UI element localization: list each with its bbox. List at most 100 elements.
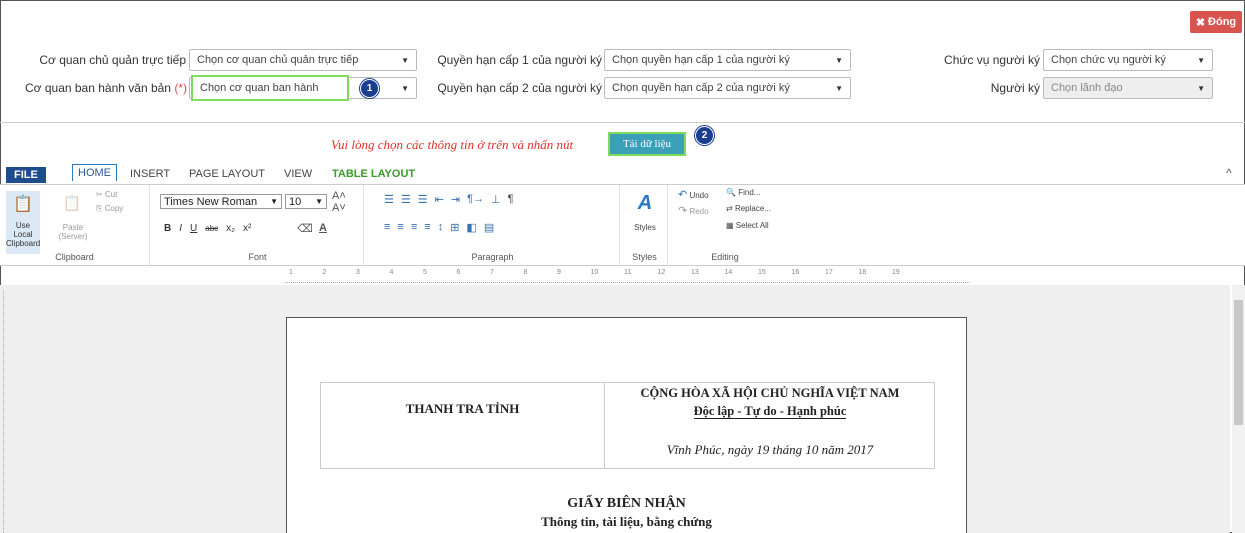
align-right-icon[interactable]: ≡ <box>411 221 417 233</box>
find-button[interactable]: 🔍 Find... <box>726 188 760 197</box>
strikethrough-icon[interactable]: abc <box>205 224 218 233</box>
signer-value: Chọn lãnh đạo <box>1051 82 1123 94</box>
tab-view[interactable]: VIEW <box>279 166 317 182</box>
issuer-select-highlight[interactable]: Chọn cơ quan ban hành <box>191 75 349 101</box>
ruler-mark: 17 <box>825 269 833 276</box>
styles-icon[interactable]: A <box>634 191 656 215</box>
subscript-icon[interactable]: x₂ <box>226 223 235 234</box>
redo-button[interactable]: ↷ Redo <box>678 204 709 217</box>
ltr-icon[interactable]: ¶→ <box>467 193 484 205</box>
ribbon-tabs: FILE HOME INSERT PAGE LAYOUT VIEW TABLE … <box>0 164 1245 185</box>
position-value: Chọn chức vụ người ký <box>1051 54 1166 66</box>
bold-icon[interactable]: B <box>164 223 171 234</box>
redo-icon: ↷ <box>678 205 688 217</box>
ruler-mark: 14 <box>724 269 733 276</box>
grow-shrink-font-icon[interactable]: A˄ A˅ <box>332 190 360 214</box>
bullets-icon[interactable]: ☰ <box>384 193 394 206</box>
paste-button[interactable]: Paste (Server) <box>58 223 88 241</box>
superscript-icon[interactable]: x² <box>243 223 251 234</box>
styles-group-label: Styles <box>632 252 657 262</box>
authority1-select[interactable]: Chọn quyền hạn cấp 1 của người ký ▼ <box>604 49 851 71</box>
use-local-label: Use Local Clipboard <box>6 221 41 248</box>
horizontal-ruler[interactable]: 1 2 3 4 5 6 7 8 9 10 11 12 13 14 15 16 17 18 19 <box>285 268 970 283</box>
ruler-mark: 11 <box>624 269 632 276</box>
replace-button[interactable]: ⇄ Replace... <box>726 204 771 213</box>
select-all-button[interactable]: ▦ Select All <box>726 221 769 230</box>
copy-button[interactable]: ⎘ Copy <box>96 204 123 214</box>
tab-file[interactable]: FILE <box>6 167 46 183</box>
borders-icon[interactable]: ⊞ <box>450 221 459 234</box>
clipboard-icon: 📋 <box>13 196 33 213</box>
redo-label: Redo <box>689 207 709 216</box>
page-break-icon[interactable]: ⊥ <box>491 193 501 206</box>
format-buttons: B I Uabc x₂ x² <box>164 220 294 236</box>
align-left-icon[interactable]: ≡ <box>384 221 390 233</box>
underline-icon[interactable]: U <box>190 223 197 234</box>
font-size-select[interactable]: 10 ▼ <box>285 194 327 209</box>
tab-page-layout[interactable]: PAGE LAYOUT <box>184 166 270 182</box>
scrollbar-thumb[interactable] <box>1234 300 1243 425</box>
align-center-icon[interactable]: ≡ <box>397 221 403 233</box>
document-title: GIẤY BIÊN NHẬN <box>567 496 686 511</box>
font-size-value: 10 <box>289 195 302 208</box>
ruler-mark: 13 <box>691 269 699 276</box>
ruler-mark: 16 <box>791 269 800 276</box>
place-date: Vĩnh Phúc, ngày 19 tháng 10 năm 2017 <box>666 442 874 457</box>
authority2-select[interactable]: Chọn quyền hạn cấp 2 của người ký ▼ <box>604 77 851 99</box>
increase-indent-icon[interactable]: ⇥ <box>451 193 460 206</box>
tab-table-layout[interactable]: TABLE LAYOUT <box>327 166 420 182</box>
chevron-down-icon: ▼ <box>401 83 409 93</box>
styles-group: A Styles Styles <box>622 185 668 265</box>
vertical-ruler[interactable] <box>3 290 10 533</box>
parent-agency-select[interactable]: Chọn cơ quan chủ quản trực tiếp ▼ <box>189 49 417 71</box>
italic-icon[interactable]: I <box>179 223 182 234</box>
font-color-icon[interactable]: A <box>316 220 330 236</box>
highlight-icon[interactable]: ▤ <box>484 221 494 234</box>
issuer-label-text: Cơ quan ban hành văn bản <box>24 81 171 95</box>
decrease-indent-icon[interactable]: ⇤ <box>435 193 444 206</box>
undo-button[interactable]: ↶ Undo <box>678 188 709 201</box>
use-local-clipboard-button[interactable]: 📋 Use Local Clipboard <box>6 191 40 254</box>
font-group: Times New Roman ▼ 10 ▼ A˄ A˅ B I Uabc x₂ x² ⌫ … <box>152 185 364 265</box>
required-marker: (*) <box>174 81 187 95</box>
tab-insert[interactable]: INSERT <box>125 166 175 182</box>
position-label: Chức vụ người ký <box>944 53 1040 67</box>
step-badge-2: 2 <box>695 126 714 145</box>
ruler-mark: 19 <box>892 269 900 276</box>
collapse-ribbon-icon[interactable]: ^ <box>1226 166 1232 180</box>
pilcrow-icon[interactable]: ¶ <box>508 193 514 205</box>
authority1-value: Chọn quyền hạn cấp 1 của người ký <box>612 54 790 66</box>
multilevel-list-icon[interactable]: ☰ <box>418 193 428 206</box>
editing-group: ↶ Undo ↷ Redo 🔍 Find... ⇄ Replace... ▦ S… <box>670 185 780 265</box>
shading-icon[interactable]: ◧ <box>466 221 476 234</box>
chevron-down-icon: ▼ <box>1197 83 1205 93</box>
line-spacing-icon[interactable]: ↕ <box>438 221 444 233</box>
justify-icon[interactable]: ≡ <box>424 221 430 233</box>
position-select[interactable]: Chọn chức vụ người ký ▼ <box>1043 49 1213 71</box>
signer-label: Người ký <box>990 81 1040 95</box>
undo-icon: ↶ <box>678 189 688 201</box>
ruler-mark: 18 <box>858 269 867 276</box>
paragraph-group-label: Paragraph <box>471 252 514 262</box>
copy-label: Copy <box>104 204 124 213</box>
chevron-down-icon: ▼ <box>1197 55 1205 65</box>
cut-label: Cut <box>104 190 118 199</box>
signer-select[interactable]: Chọn lãnh đạo ▼ <box>1043 77 1213 99</box>
national-motto: Độc lập - Tự do - Hạnh phúc <box>605 404 935 419</box>
load-data-button[interactable]: Tải dữ liệu <box>608 132 686 156</box>
styles-button[interactable]: Styles <box>622 223 668 232</box>
ruler-mark: 6 <box>456 269 461 276</box>
font-group-label: Font <box>248 252 267 262</box>
replace-label: Replace... <box>734 204 771 213</box>
cut-button[interactable]: ✂ Cut <box>96 190 117 199</box>
tab-home[interactable]: HOME <box>72 164 117 181</box>
clear-format-icon[interactable]: ⌫ <box>297 220 313 236</box>
close-button[interactable]: ✖ Đóng <box>1190 11 1242 33</box>
undo-label: Undo <box>689 191 709 200</box>
font-family-select[interactable]: Times New Roman ▼ <box>160 194 282 209</box>
paste-icon: 📋 <box>62 195 82 212</box>
close-icon: ✖ <box>1195 16 1206 29</box>
ruler-mark: 7 <box>490 269 494 276</box>
chevron-down-icon: ▼ <box>835 83 843 93</box>
numbering-icon[interactable]: ☰ <box>401 193 411 206</box>
